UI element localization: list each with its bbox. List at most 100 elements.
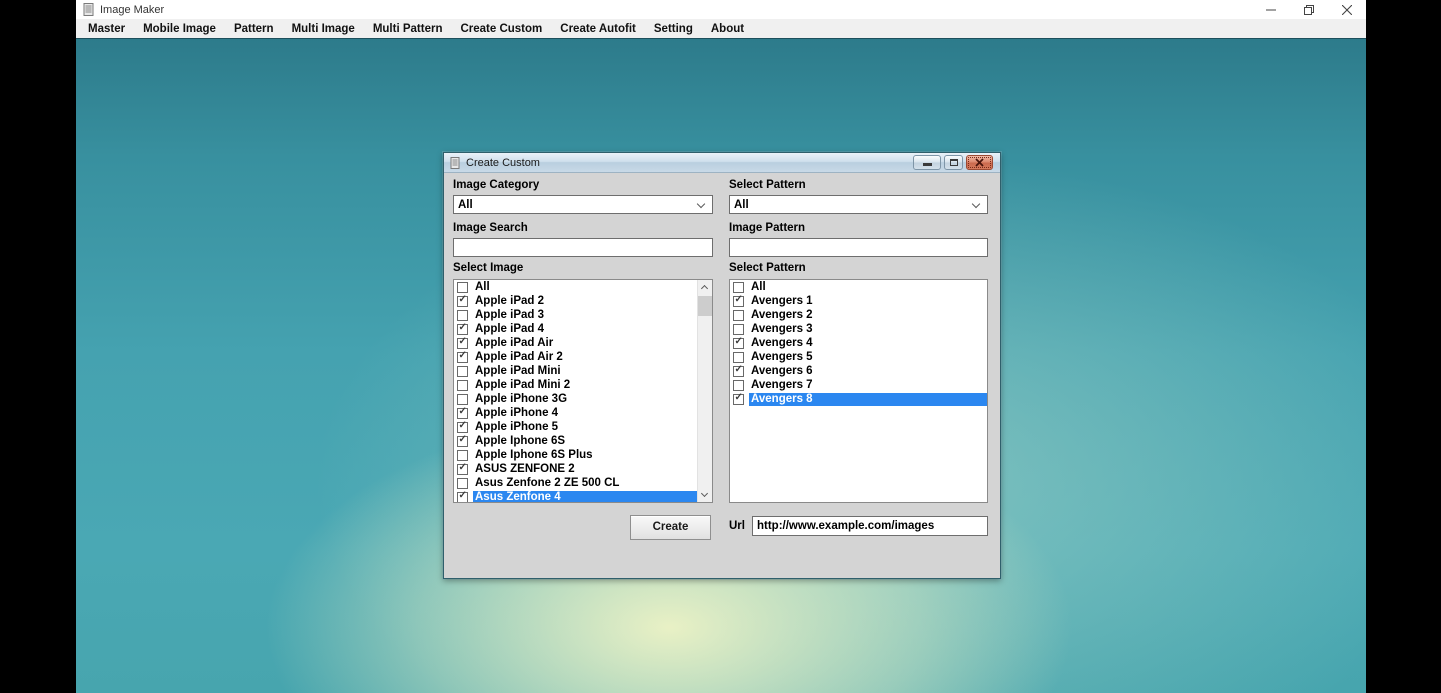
dialog-titlebar[interactable]: Create Custom bbox=[444, 153, 1000, 173]
scroll-down-icon[interactable] bbox=[698, 487, 712, 502]
menu-item-multi-pattern[interactable]: Multi Pattern bbox=[364, 23, 452, 35]
pattern-category-label: Select Pattern bbox=[729, 179, 988, 192]
image-item-asus-zenfone-4[interactable]: Asus Zenfone 4 bbox=[454, 490, 697, 503]
image-item-all[interactable]: All bbox=[454, 280, 697, 294]
checkbox[interactable] bbox=[733, 324, 744, 335]
image-item-apple-ipad-air-2[interactable]: Apple iPad Air 2 bbox=[454, 350, 697, 364]
url-input[interactable] bbox=[752, 516, 988, 536]
pattern-item-avengers-8[interactable]: Avengers 8 bbox=[730, 392, 987, 406]
checkbox[interactable] bbox=[733, 338, 744, 349]
image-item-asus-zenfone-2-ze-500-cl[interactable]: Asus Zenfone 2 ZE 500 CL bbox=[454, 476, 697, 490]
checkbox[interactable] bbox=[733, 380, 744, 391]
checkbox[interactable] bbox=[733, 310, 744, 321]
item-label: Asus Zenfone 4 bbox=[473, 491, 697, 504]
menu-item-create-custom[interactable]: Create Custom bbox=[451, 23, 551, 35]
item-label: Avengers 5 bbox=[749, 351, 987, 364]
checkbox[interactable] bbox=[457, 492, 468, 503]
menu-item-create-autofit[interactable]: Create Autofit bbox=[551, 23, 645, 35]
create-button[interactable]: Create bbox=[630, 515, 711, 540]
pattern-item-avengers-4[interactable]: Avengers 4 bbox=[730, 336, 987, 350]
item-label: Avengers 2 bbox=[749, 309, 987, 322]
pattern-category-value: All bbox=[734, 199, 749, 211]
checkbox[interactable] bbox=[733, 366, 744, 377]
right-column: Select Pattern All Image Pattern Select … bbox=[729, 173, 988, 503]
menu-item-master[interactable]: Master bbox=[79, 23, 134, 35]
menu-bar: MasterMobile ImagePatternMulti ImageMult… bbox=[76, 19, 1366, 38]
scrollbar-thumb[interactable] bbox=[698, 296, 712, 316]
checkbox[interactable] bbox=[733, 352, 744, 363]
pattern-item-avengers-5[interactable]: Avengers 5 bbox=[730, 350, 987, 364]
minimize-icon[interactable] bbox=[1252, 0, 1290, 19]
scrollbar[interactable] bbox=[697, 280, 712, 502]
image-item-apple-iphone-4[interactable]: Apple iPhone 4 bbox=[454, 406, 697, 420]
menu-item-setting[interactable]: Setting bbox=[645, 23, 702, 35]
item-label: Apple iPad 4 bbox=[473, 323, 697, 336]
image-search-input[interactable] bbox=[453, 238, 713, 257]
pattern-category-select[interactable]: All bbox=[729, 195, 988, 214]
image-item-apple-iphone-6s[interactable]: Apple Iphone 6S bbox=[454, 434, 697, 448]
image-item-apple-ipad-3[interactable]: Apple iPad 3 bbox=[454, 308, 697, 322]
checkbox[interactable] bbox=[733, 394, 744, 405]
restore-icon[interactable] bbox=[1290, 0, 1328, 19]
dialog-close-icon[interactable] bbox=[966, 155, 993, 170]
item-label: Apple iPad Air bbox=[473, 337, 697, 350]
item-label: Apple iPad Mini bbox=[473, 365, 697, 378]
dialog-minimize-icon[interactable] bbox=[913, 155, 941, 170]
menu-item-mobile-image[interactable]: Mobile Image bbox=[134, 23, 225, 35]
app-titlebar: Image Maker bbox=[76, 0, 1366, 19]
checkbox[interactable] bbox=[733, 282, 744, 293]
pattern-item-avengers-1[interactable]: Avengers 1 bbox=[730, 294, 987, 308]
select-image-label: Select Image bbox=[453, 262, 713, 275]
menu-item-multi-image[interactable]: Multi Image bbox=[283, 23, 364, 35]
image-pattern-input[interactable] bbox=[729, 238, 988, 257]
item-label: All bbox=[473, 281, 697, 294]
checkbox[interactable] bbox=[457, 422, 468, 433]
window-controls bbox=[1252, 0, 1366, 19]
checkbox[interactable] bbox=[457, 380, 468, 391]
image-category-select[interactable]: All bbox=[453, 195, 713, 214]
checkbox[interactable] bbox=[733, 296, 744, 307]
chevron-down-icon bbox=[972, 200, 980, 208]
checkbox[interactable] bbox=[457, 338, 468, 349]
checkbox[interactable] bbox=[457, 282, 468, 293]
image-search-label: Image Search bbox=[453, 222, 713, 235]
image-item-apple-ipad-2[interactable]: Apple iPad 2 bbox=[454, 294, 697, 308]
checkbox[interactable] bbox=[457, 366, 468, 377]
item-label: Avengers 6 bbox=[749, 365, 987, 378]
checkbox[interactable] bbox=[457, 352, 468, 363]
image-item-apple-ipad-4[interactable]: Apple iPad 4 bbox=[454, 322, 697, 336]
close-icon[interactable] bbox=[1328, 0, 1366, 19]
image-item-apple-ipad-mini-2[interactable]: Apple iPad Mini 2 bbox=[454, 378, 697, 392]
checkbox[interactable] bbox=[457, 478, 468, 489]
checkbox[interactable] bbox=[457, 408, 468, 419]
dialog-body: Image Category All Image Search Select I… bbox=[444, 173, 1000, 578]
checkbox[interactable] bbox=[457, 464, 468, 475]
image-item-apple-iphone-5[interactable]: Apple iPhone 5 bbox=[454, 420, 697, 434]
pattern-item-all[interactable]: All bbox=[730, 280, 987, 294]
dialog-maximize-icon[interactable] bbox=[944, 155, 963, 170]
image-item-asus-zenfone-2[interactable]: ASUS ZENFONE 2 bbox=[454, 462, 697, 476]
select-pattern-listbox: All Avengers 1 Avengers 2 Avengers 3 bbox=[729, 279, 988, 503]
checkbox[interactable] bbox=[457, 324, 468, 335]
checkbox[interactable] bbox=[457, 394, 468, 405]
pattern-item-avengers-2[interactable]: Avengers 2 bbox=[730, 308, 987, 322]
menu-item-pattern[interactable]: Pattern bbox=[225, 23, 283, 35]
image-category-label: Image Category bbox=[453, 179, 713, 192]
checkbox[interactable] bbox=[457, 310, 468, 321]
checkbox[interactable] bbox=[457, 436, 468, 447]
scroll-up-icon[interactable] bbox=[698, 280, 712, 295]
pattern-item-avengers-3[interactable]: Avengers 3 bbox=[730, 322, 987, 336]
item-label: Avengers 8 bbox=[749, 393, 987, 406]
pattern-item-avengers-6[interactable]: Avengers 6 bbox=[730, 364, 987, 378]
app-title: Image Maker bbox=[100, 4, 164, 16]
checkbox[interactable] bbox=[457, 450, 468, 461]
pattern-item-avengers-7[interactable]: Avengers 7 bbox=[730, 378, 987, 392]
item-label: Apple iPad 2 bbox=[473, 295, 697, 308]
menu-item-about[interactable]: About bbox=[702, 23, 753, 35]
image-item-apple-ipad-air[interactable]: Apple iPad Air bbox=[454, 336, 697, 350]
checkbox[interactable] bbox=[457, 296, 468, 307]
item-label: Avengers 1 bbox=[749, 295, 987, 308]
image-item-apple-ipad-mini[interactable]: Apple iPad Mini bbox=[454, 364, 697, 378]
image-item-apple-iphone-3g[interactable]: Apple iPhone 3G bbox=[454, 392, 697, 406]
image-item-apple-iphone-6s-plus[interactable]: Apple Iphone 6S Plus bbox=[454, 448, 697, 462]
